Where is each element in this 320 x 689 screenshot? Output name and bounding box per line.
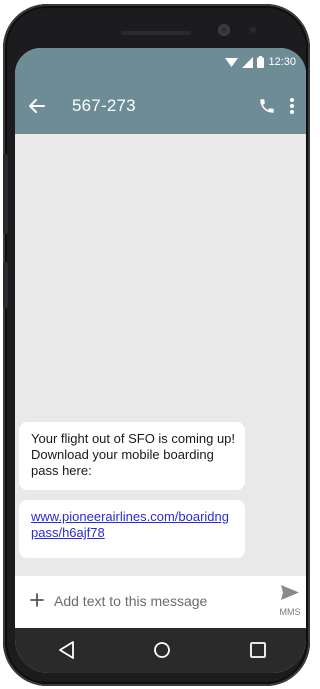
- send-label: MMS: [279, 607, 301, 617]
- message-input[interactable]: [54, 590, 224, 612]
- conversation-title: 567-273: [72, 96, 136, 115]
- status-icons: 12:30: [225, 56, 296, 68]
- navigation-bar: [15, 628, 306, 673]
- signal-icon: [242, 56, 254, 68]
- nav-back-icon[interactable]: [57, 640, 77, 660]
- status-bar: 12:30: [15, 48, 306, 78]
- app-bar: 567-273: [15, 78, 306, 134]
- send-button[interactable]: MMS: [277, 584, 303, 620]
- back-arrow-icon[interactable]: [27, 96, 47, 116]
- earpiece: [121, 31, 191, 35]
- nav-recent-icon[interactable]: [248, 640, 268, 660]
- message-text: Your flight out of SFO is coming up! Dow…: [31, 431, 236, 478]
- send-icon: [281, 585, 299, 600]
- battery-icon: [257, 56, 265, 68]
- message-bubble: Your flight out of SFO is coming up! Dow…: [19, 422, 245, 490]
- nav-home-icon[interactable]: [152, 640, 172, 660]
- message-composer: MMS: [15, 576, 306, 628]
- boarding-pass-link[interactable]: www.pioneerairlines.com/boaridngpass/h6a…: [31, 509, 229, 540]
- status-time: 12:30: [268, 56, 296, 68]
- add-icon[interactable]: [30, 593, 44, 607]
- proximity-sensor: [250, 27, 256, 33]
- screen: 12:30 567-273 Your flight out of SFO is …: [15, 48, 306, 673]
- phone-frame: 12:30 567-273 Your flight out of SFO is …: [3, 4, 310, 686]
- message-bubble-link: www.pioneerairlines.com/boaridngpass/h6a…: [19, 500, 245, 558]
- power-button: [3, 262, 8, 308]
- volume-button: [3, 154, 8, 234]
- more-vert-icon[interactable]: [289, 97, 295, 115]
- message-list[interactable]: Your flight out of SFO is coming up! Dow…: [15, 134, 306, 577]
- front-camera: [218, 24, 230, 36]
- wifi-icon: [225, 57, 239, 67]
- phone-icon[interactable]: [258, 97, 276, 115]
